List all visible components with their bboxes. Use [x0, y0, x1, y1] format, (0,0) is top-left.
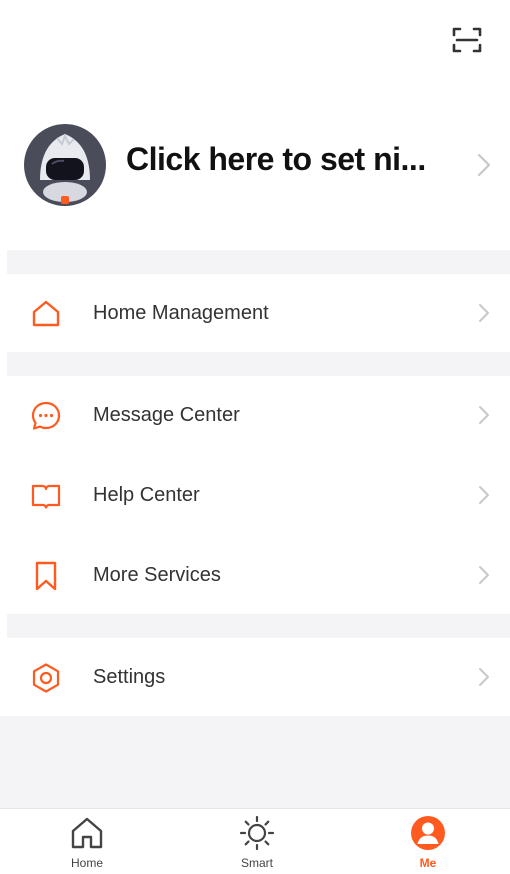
me-screen: Click here to set ni... Home Management … — [0, 0, 510, 874]
menu-label: More Services — [93, 564, 221, 586]
tab-label: Smart — [240, 856, 273, 870]
tab-label: Home — [70, 856, 103, 870]
home-icon — [32, 300, 60, 327]
bottom-tab-bar: Home Smart Me — [0, 808, 510, 874]
scan-icon — [452, 27, 482, 53]
tab-me[interactable]: Me — [368, 809, 488, 874]
book-icon — [31, 484, 61, 509]
profile-name[interactable]: Click here to set ni... — [126, 134, 466, 184]
chevron-right-icon — [479, 486, 489, 504]
menu-label: Home Management — [93, 302, 269, 324]
section-divider — [7, 250, 510, 274]
sun-icon — [239, 815, 275, 851]
section-divider — [7, 614, 510, 638]
avatar[interactable] — [24, 124, 106, 206]
top-bar — [0, 0, 510, 90]
menu-label: Help Center — [93, 484, 200, 506]
tab-smart[interactable]: Smart — [197, 809, 317, 874]
bookmark-icon — [35, 561, 57, 591]
menu-item-settings[interactable]: Settings — [0, 638, 510, 716]
astronaut-avatar-icon — [24, 124, 106, 206]
chevron-right-icon — [479, 406, 489, 424]
menu-label: Settings — [93, 666, 166, 688]
menu-item-more-services[interactable]: More Services — [0, 536, 510, 614]
user-icon — [411, 816, 445, 850]
empty-area — [0, 716, 510, 808]
menu-item-home-management[interactable]: Home Management — [0, 274, 510, 352]
chevron-right-icon — [479, 566, 489, 584]
menu-item-help-center[interactable]: Help Center — [0, 456, 510, 534]
hexagon-gear-icon — [32, 663, 60, 693]
section-divider — [7, 352, 510, 376]
tab-label: Me — [419, 856, 437, 870]
chevron-right-icon — [477, 153, 491, 177]
tab-home[interactable]: Home — [27, 809, 147, 874]
home-icon — [71, 817, 103, 849]
profile-header[interactable]: Click here to set ni... — [0, 110, 510, 220]
menu-label: Message Center — [93, 404, 240, 426]
scan-button[interactable] — [449, 22, 485, 58]
menu-item-message-center[interactable]: Message Center — [0, 376, 510, 454]
chat-bubble-icon — [31, 401, 61, 430]
chevron-right-icon — [479, 668, 489, 686]
chevron-right-icon — [479, 304, 489, 322]
